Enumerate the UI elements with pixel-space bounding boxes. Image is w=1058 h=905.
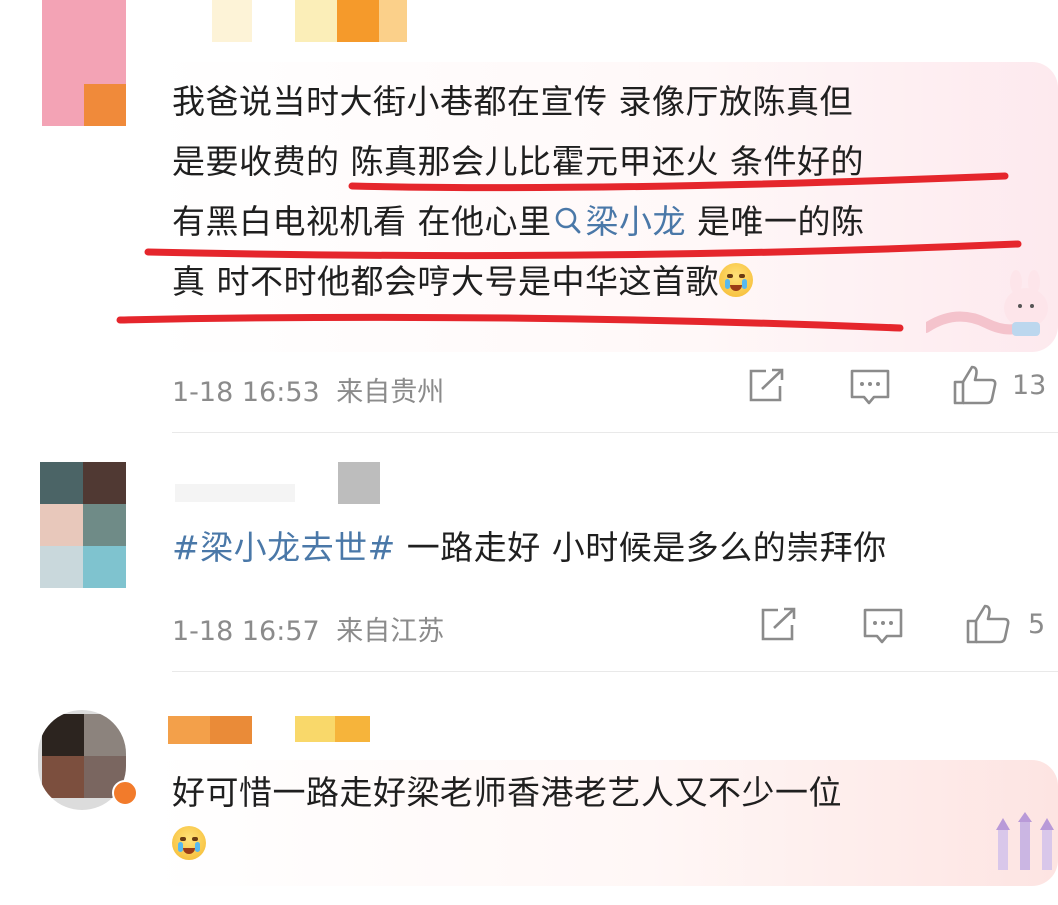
share-icon[interactable]: [746, 367, 786, 405]
comment-timestamp: 1-18 16:53 来自贵州: [172, 370, 444, 409]
thumbs-up-icon[interactable]: [965, 603, 1011, 645]
location-text: 来自贵州: [336, 377, 445, 408]
time-text: 1-18 16:57: [172, 616, 320, 647]
like-count: 5: [1028, 609, 1046, 640]
comment-text-line: 好可惜一路走好梁老师香港老艺人又不少一位: [172, 773, 842, 812]
comment-text-line: [172, 815, 206, 875]
red-underline-marks: [116, 172, 1022, 332]
divider: [172, 432, 1058, 433]
comment-text-line: #梁小龙去世# 一路走好 小时候是多么的崇拜你: [172, 518, 887, 578]
comment-icon[interactable]: [862, 607, 904, 647]
avatar[interactable]: [40, 462, 126, 588]
thumbs-up-icon[interactable]: [952, 364, 998, 406]
like-count: 13: [1012, 370, 1047, 401]
vip-badge: [112, 780, 138, 806]
hashtag-link[interactable]: #梁小龙去世#: [172, 528, 396, 567]
comment-text-segment: 一路走好 小时候是多么的崇拜你: [395, 528, 887, 567]
comment-timestamp: 1-18 16:57 来自江苏: [172, 609, 444, 648]
divider: [172, 671, 1058, 672]
comment-icon[interactable]: [849, 368, 891, 408]
time-text: 1-18 16:53: [172, 377, 320, 408]
location-text: 来自江苏: [336, 616, 445, 647]
share-icon[interactable]: [758, 606, 798, 644]
crying-emoji: [172, 826, 206, 860]
castle-sticker: [990, 812, 1058, 872]
